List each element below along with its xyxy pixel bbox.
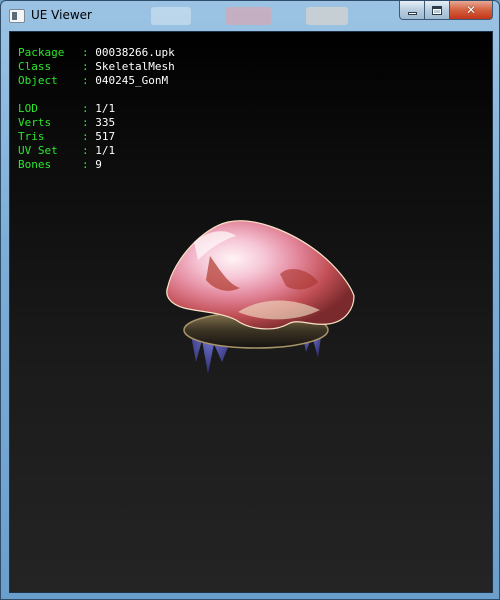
info-value: 9 [95, 158, 102, 171]
maximize-button[interactable] [425, 1, 450, 20]
info-value: 00038266.upk [95, 46, 175, 59]
minimize-icon [407, 11, 417, 15]
info-separator: : [82, 102, 96, 115]
info-value: 335 [95, 116, 116, 129]
app-window: UE Viewer ✕ Package: 00038266.upk Class:… [0, 0, 500, 600]
background-taskbar-blur [226, 7, 271, 25]
background-taskbar-blur [151, 7, 191, 25]
info-value: 1/1 [95, 102, 116, 115]
info-label: Bones [18, 158, 52, 171]
window-title: UE Viewer [31, 8, 92, 22]
close-button[interactable]: ✕ [450, 1, 493, 20]
info-row-bones: Bones: 9 [18, 158, 175, 172]
info-value: 040245_GonM [95, 74, 169, 87]
close-icon: ✕ [465, 3, 477, 17]
info-row-tris: Tris: 517 [18, 130, 175, 144]
info-value: 1/1 [95, 144, 116, 157]
mesh-info-overlay: Package: 00038266.upk Class: SkeletalMes… [18, 46, 175, 172]
info-label: LOD [18, 102, 38, 115]
skeletal-mesh-render[interactable] [150, 212, 360, 382]
info-separator: : [82, 116, 96, 129]
info-label: UV Set [18, 144, 58, 157]
info-separator: : [82, 46, 96, 59]
info-row-object: Object: 040245_GonM [18, 74, 175, 88]
info-label: Verts [18, 116, 52, 129]
info-label: Class [18, 60, 52, 73]
info-value: 517 [95, 130, 116, 143]
info-row-package: Package: 00038266.upk [18, 46, 175, 60]
info-separator: : [82, 144, 96, 157]
info-row-class: Class: SkeletalMesh [18, 60, 175, 74]
info-separator: : [82, 74, 96, 87]
background-taskbar-blur [306, 7, 348, 25]
info-value: SkeletalMesh [95, 60, 175, 73]
info-separator: : [82, 158, 96, 171]
info-row-lod: LOD: 1/1 [18, 102, 175, 116]
info-row-verts: Verts: 335 [18, 116, 175, 130]
info-separator: : [82, 60, 96, 73]
app-window-icon[interactable] [9, 9, 25, 23]
info-label: Package [18, 46, 65, 59]
caption-buttons: ✕ [399, 1, 493, 21]
maximize-icon [432, 5, 442, 15]
info-label: Tris [18, 130, 45, 143]
title-bar[interactable]: UE Viewer ✕ [1, 1, 499, 31]
3d-viewport[interactable]: Package: 00038266.upk Class: SkeletalMes… [9, 31, 493, 593]
info-row-uvset: UV Set: 1/1 [18, 144, 175, 158]
minimize-button[interactable] [399, 1, 425, 20]
info-separator: : [82, 130, 96, 143]
info-label: Object [18, 74, 58, 87]
